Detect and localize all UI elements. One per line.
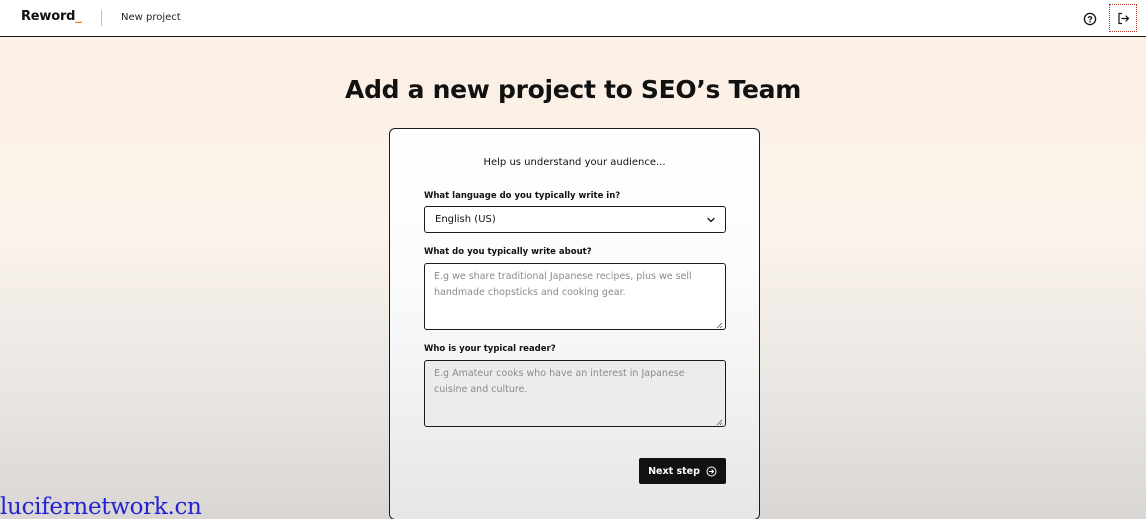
resize-grip-icon[interactable]	[716, 419, 723, 426]
language-selected-value: English (US)	[435, 214, 496, 225]
logo-text: Reword	[21, 9, 76, 24]
topic-textarea[interactable]	[424, 263, 726, 330]
logo[interactable]: Reword_	[21, 9, 82, 24]
logout-icon	[1117, 12, 1129, 24]
reader-label: Who is your typical reader?	[424, 344, 556, 354]
next-step-label: Next step	[648, 465, 700, 477]
language-label: What language do you typically write in?	[424, 191, 621, 201]
resize-grip-icon[interactable]	[716, 322, 723, 329]
chevron-down-icon	[707, 217, 715, 223]
form-heading: Help us understand your audience...	[483, 157, 666, 168]
top-bar: Reword_ New project	[0, 0, 1146, 37]
language-select[interactable]: English (US)	[424, 206, 726, 233]
watermark: lucifernetwork.cn	[0, 494, 202, 519]
topic-label: What do you typically write about?	[424, 247, 592, 257]
logout-button[interactable]	[1109, 4, 1137, 32]
project-form-card: Help us understand your audience... What…	[389, 128, 760, 519]
next-step-button[interactable]: Next step	[639, 458, 726, 484]
header-divider	[101, 10, 102, 26]
page-title: Add a new project to SEO’s Team	[345, 75, 801, 104]
help-circle-icon[interactable]	[1083, 12, 1097, 26]
arrow-right-circle-icon	[706, 466, 717, 476]
reader-textarea[interactable]	[424, 360, 726, 427]
breadcrumb: New project	[121, 12, 181, 23]
logo-accent: _	[75, 9, 82, 24]
